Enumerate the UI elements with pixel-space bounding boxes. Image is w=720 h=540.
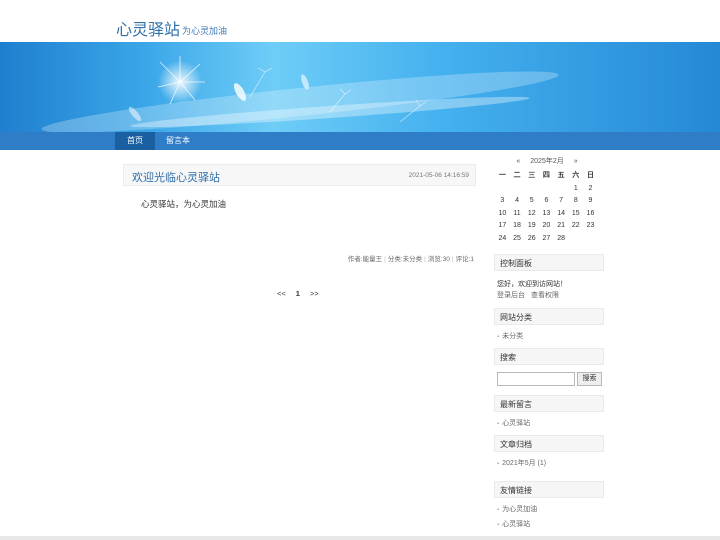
- calendar-grid: 一二三四五六日 1 2 3 4 5 6 7 8 9 10 11 12 13 14 15 16 17 18 19 20 21…: [495, 170, 599, 246]
- widget-title-categories: 网站分类: [494, 308, 604, 325]
- archive-item[interactable]: ▪ 2021年5月 (1): [497, 458, 546, 468]
- calendar-day: 24: [498, 234, 507, 242]
- post-date: 2021-05-06 14:16:59: [408, 172, 469, 179]
- calendar-day: 12: [527, 209, 536, 217]
- calendar-weekday: 四: [542, 172, 550, 179]
- bullet-icon: ▪: [497, 334, 500, 340]
- bullet-icon: ▪: [497, 507, 500, 513]
- widget-title-search: 搜索: [494, 348, 604, 365]
- calendar-empty-cell: [583, 233, 598, 246]
- calendar-empty-cell: [554, 183, 569, 196]
- calendar-weekday: 二: [513, 172, 521, 179]
- friend-link-item[interactable]: ▪ 心灵驿站: [497, 519, 530, 529]
- calendar-day: 2: [588, 184, 593, 192]
- calendar-month: 2025年2月: [530, 158, 564, 165]
- calendar-day: 9: [588, 197, 593, 205]
- calendar-empty-cell: [510, 183, 525, 196]
- calendar-weekday: 一: [498, 172, 506, 179]
- category-label[interactable]: 未分类: [502, 333, 523, 340]
- calendar-day: 10: [498, 209, 507, 217]
- calendar-day: 5: [529, 197, 534, 205]
- calendar-day: 1: [573, 184, 578, 192]
- post-comments[interactable]: 评论:1: [456, 256, 474, 263]
- calendar-day: 28: [557, 234, 565, 242]
- site-title[interactable]: 心灵驿站: [116, 16, 180, 40]
- calendar-prev[interactable]: «: [516, 158, 520, 165]
- calendar-day: 7: [559, 197, 564, 205]
- widget-title-links: 友情链接: [494, 481, 604, 498]
- search-button[interactable]: 搜索: [577, 372, 602, 386]
- friend-link-label[interactable]: 心灵驿站: [502, 521, 530, 528]
- calendar-day: 21: [557, 222, 565, 230]
- calendar-day: 15: [571, 209, 580, 217]
- welcome-text: 您好，欢迎到访网站！: [497, 281, 567, 288]
- calendar-weekday: 五: [557, 172, 565, 179]
- pager-prev[interactable]: <<: [277, 289, 286, 298]
- post-body: 心灵驿站，为心灵加油: [141, 199, 227, 209]
- calendar-day: 20: [542, 222, 551, 230]
- calendar-next[interactable]: »: [574, 158, 578, 165]
- comment-label[interactable]: 心灵驿站: [502, 420, 530, 427]
- calendar-empty-cell: [568, 233, 583, 246]
- post-header: 欢迎光临心灵驿站 2021-05-06 14:16:59: [123, 164, 476, 186]
- calendar-weekday: 六: [572, 172, 580, 179]
- calendar-day: 3: [500, 197, 505, 205]
- calendar-day: 8: [573, 197, 578, 205]
- post-category[interactable]: 分类:未分类: [388, 256, 422, 263]
- calendar-day: 11: [513, 209, 521, 217]
- widget-title-control: 控制面板: [494, 254, 604, 271]
- widget-title-latest-comments: 最新留言: [494, 395, 604, 412]
- calendar-day: 6: [544, 197, 549, 205]
- site-subtitle: 为心灵加油: [182, 26, 228, 36]
- post-meta: 作者:能量王 | 分类:未分类 | 浏览:30 | 评论:1: [347, 256, 474, 263]
- calendar-day: 17: [498, 222, 507, 230]
- site-header: 心灵驿站 为心灵加油: [0, 0, 720, 42]
- footer-divider: [0, 536, 720, 540]
- calendar-day: 23: [586, 222, 595, 230]
- calendar-day: 18: [513, 222, 521, 230]
- calendar-day: 19: [527, 222, 536, 230]
- post-author: 作者:能量王: [347, 256, 383, 263]
- permissions-link[interactable]: 查看权限: [531, 292, 559, 299]
- calendar-day: 26: [527, 234, 536, 242]
- archive-label[interactable]: 2021年5月 (1): [502, 460, 546, 467]
- bullet-icon: ▪: [497, 522, 500, 528]
- search-input[interactable]: [497, 372, 575, 386]
- calendar-empty-cell: [539, 183, 554, 196]
- calendar-weekday: 日: [586, 172, 594, 179]
- control-links: 登录后台 查看权限: [497, 290, 565, 300]
- post-title-link[interactable]: 欢迎光临心灵驿站: [132, 169, 220, 185]
- calendar-day: 14: [557, 209, 565, 217]
- bullet-icon: ▪: [497, 421, 500, 427]
- calendar-empty-cell: [495, 183, 510, 196]
- calendar-header: « 2025年2月 »: [495, 156, 599, 170]
- widget-title-archive: 文章归档: [494, 435, 604, 452]
- calendar-day: 4: [515, 197, 519, 205]
- calendar-day: 25: [513, 234, 521, 242]
- category-item[interactable]: ▪ 未分类: [497, 331, 523, 341]
- pagination: << 1 >>: [277, 289, 329, 298]
- calendar-day: 22: [571, 222, 580, 230]
- friend-link-item[interactable]: ▪ 为心灵加油: [497, 504, 537, 514]
- pager-current: 1: [295, 289, 300, 298]
- nav-guestbook[interactable]: 留言本: [158, 132, 198, 150]
- calendar-empty-cell: [524, 183, 539, 196]
- calendar-day: 16: [586, 209, 595, 217]
- friend-link-label[interactable]: 为心灵加油: [502, 506, 537, 513]
- pager-next[interactable]: >>: [310, 289, 319, 298]
- calendar-day: 27: [542, 234, 551, 242]
- banner-graphic: [41, 56, 559, 132]
- login-link[interactable]: 登录后台: [497, 292, 525, 299]
- calendar-day: 13: [542, 209, 551, 217]
- nav-home[interactable]: 首页: [115, 132, 155, 150]
- calendar-weekday: 三: [528, 172, 536, 179]
- comment-item[interactable]: ▪ 心灵驿站: [497, 418, 530, 428]
- header-banner: [0, 42, 720, 132]
- post-views: 浏览:30: [427, 256, 450, 263]
- calendar: « 2025年2月 » 一二三四五六日 1 2 3 4 5 6 7 8 9 10 11 12 13 14 15…: [495, 156, 599, 246]
- main-navigation: 首页 留言本: [0, 132, 720, 150]
- bullet-icon: ▪: [497, 461, 500, 467]
